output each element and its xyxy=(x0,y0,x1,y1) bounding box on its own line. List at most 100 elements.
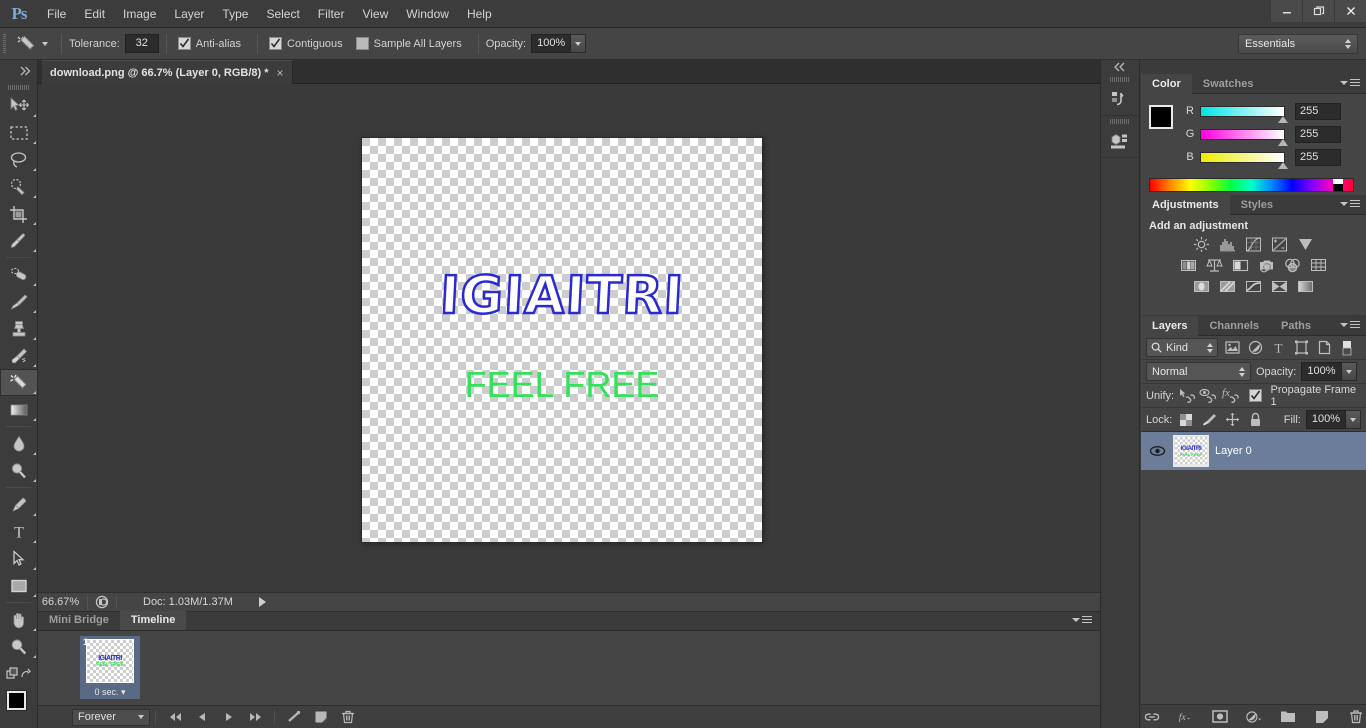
menu-window[interactable]: Window xyxy=(397,0,458,28)
lock-all-icon[interactable] xyxy=(1246,411,1264,429)
edit-toolbar-button[interactable] xyxy=(0,660,38,687)
panel-menu-icon[interactable] xyxy=(1340,79,1360,86)
options-bar-grip[interactable] xyxy=(0,28,9,60)
tab-adjustments[interactable]: Adjustments xyxy=(1141,195,1230,215)
select-next-frame-icon[interactable] xyxy=(242,706,269,728)
opacity-dropdown-button[interactable] xyxy=(1341,362,1357,381)
layer-thumbnail[interactable]: IGIAITRI FEEL FREE xyxy=(1173,435,1209,467)
workspace-picker[interactable]: Essentials xyxy=(1238,34,1358,54)
menu-help[interactable]: Help xyxy=(458,0,501,28)
blue-value[interactable]: 255 xyxy=(1295,148,1341,166)
chevron-down-icon[interactable] xyxy=(42,41,48,46)
menu-image[interactable]: Image xyxy=(114,0,165,28)
curves-icon[interactable] xyxy=(1244,236,1263,253)
filter-type-icon[interactable]: T xyxy=(1269,339,1287,357)
tab-paths[interactable]: Paths xyxy=(1270,316,1322,336)
pen-tool-icon[interactable] xyxy=(0,491,38,518)
gradient-map-icon[interactable] xyxy=(1270,278,1289,295)
animation-frame[interactable]: 1 IGIAITRI FEEL FREE 0 sec. ▾ xyxy=(80,636,140,699)
contiguous-checkbox[interactable]: Contiguous xyxy=(265,28,352,60)
threshold-icon[interactable] xyxy=(1244,278,1263,295)
collapse-to-icons-icon[interactable] xyxy=(1101,60,1139,74)
layer-style-icon[interactable]: fx xyxy=(1178,708,1194,726)
panel-menu-icon[interactable] xyxy=(1072,616,1092,623)
unify-style-icon[interactable]: fx xyxy=(1221,387,1239,405)
zoom-tool-icon[interactable] xyxy=(0,633,38,660)
rectangle-tool-icon[interactable] xyxy=(0,572,38,599)
photo-filter-icon[interactable] xyxy=(1257,257,1276,274)
slider-handle-icon[interactable] xyxy=(1278,115,1288,123)
fill-dropdown-button[interactable] xyxy=(1346,410,1361,429)
lock-image-icon[interactable] xyxy=(1200,411,1218,429)
rectangular-marquee-tool-icon[interactable] xyxy=(0,119,38,146)
tolerance-input[interactable]: 32 xyxy=(124,34,159,53)
filter-adjustment-icon[interactable] xyxy=(1246,339,1264,357)
foreground-color-swatch[interactable] xyxy=(1149,105,1173,129)
link-layers-icon[interactable] xyxy=(1144,708,1160,726)
blur-tool-icon[interactable] xyxy=(0,430,38,457)
select-first-frame-icon[interactable] xyxy=(161,706,188,728)
play-arrow-icon[interactable] xyxy=(258,597,266,607)
move-tool-icon[interactable] xyxy=(0,92,38,119)
fill-combo[interactable]: 100% xyxy=(1305,410,1361,429)
gradient-tool-icon[interactable] xyxy=(0,396,38,423)
posterize-icon[interactable] xyxy=(1218,278,1237,295)
filter-shape-icon[interactable] xyxy=(1292,339,1310,357)
quick-selection-tool-icon[interactable] xyxy=(0,173,38,200)
filter-toggle-icon[interactable] xyxy=(1338,339,1356,357)
document-preview-icon[interactable] xyxy=(92,595,112,609)
tab-swatches[interactable]: Swatches xyxy=(1192,74,1265,94)
channel-mixer-icon[interactable] xyxy=(1283,257,1302,274)
tab-timeline[interactable]: Timeline xyxy=(119,611,187,630)
filter-pixel-icon[interactable] xyxy=(1223,339,1241,357)
tab-layers[interactable]: Layers xyxy=(1141,316,1199,336)
toolbar-grip[interactable] xyxy=(0,82,37,92)
red-value[interactable]: 255 xyxy=(1295,102,1341,120)
close-button[interactable] xyxy=(1334,0,1366,22)
tab-mini-bridge[interactable]: Mini Bridge xyxy=(38,611,120,630)
color-balance-icon[interactable] xyxy=(1205,257,1224,274)
anti-alias-checkbox[interactable]: Anti-alias xyxy=(174,28,250,60)
opacity-dropdown-button[interactable] xyxy=(571,34,587,53)
artboard[interactable]: IGIAITRI FEEL FREE xyxy=(362,138,762,542)
loop-option-dropdown[interactable]: Forever xyxy=(72,708,150,726)
unify-visibility-icon[interactable] xyxy=(1199,387,1217,405)
vibrance-icon[interactable] xyxy=(1296,236,1315,253)
color-panel-swatches[interactable] xyxy=(1149,105,1185,141)
canvas-area[interactable]: IGIAITRI FEEL FREE xyxy=(38,84,1100,592)
sample-all-layers-checkbox[interactable]: Sample All Layers xyxy=(352,28,471,60)
hand-tool-icon[interactable] xyxy=(0,606,38,633)
layer-opacity-combo[interactable]: 100% xyxy=(1301,362,1357,381)
opacity-combo[interactable]: 100% xyxy=(531,34,587,53)
menu-edit[interactable]: Edit xyxy=(75,0,114,28)
menu-file[interactable]: File xyxy=(38,0,75,28)
menu-layer[interactable]: Layer xyxy=(165,0,213,28)
menu-filter[interactable]: Filter xyxy=(309,0,354,28)
path-selection-tool-icon[interactable] xyxy=(0,545,38,572)
chevron-down-icon[interactable]: ▾ xyxy=(121,687,126,697)
opacity-value[interactable]: 100% xyxy=(531,34,572,53)
select-previous-frame-icon[interactable] xyxy=(188,706,215,728)
healing-brush-tool-icon[interactable] xyxy=(0,261,38,288)
zoom-level[interactable]: 66.67% xyxy=(38,596,83,608)
layer-name[interactable]: Layer 0 xyxy=(1215,445,1252,457)
color-spectrum-bar[interactable] xyxy=(1149,178,1354,192)
tab-color[interactable]: Color xyxy=(1141,74,1192,94)
dodge-tool-icon[interactable] xyxy=(0,457,38,484)
eyedropper-tool-icon[interactable] xyxy=(0,227,38,254)
slider-handle-icon[interactable] xyxy=(1278,161,1288,169)
levels-icon[interactable] xyxy=(1218,236,1237,253)
green-value[interactable]: 255 xyxy=(1295,125,1341,143)
delete-layer-icon[interactable] xyxy=(1348,708,1364,726)
filter-smart-object-icon[interactable] xyxy=(1315,339,1333,357)
black-white-icon[interactable] xyxy=(1231,257,1250,274)
menu-select[interactable]: Select xyxy=(257,0,308,28)
document-tab[interactable]: download.png @ 66.7% (Layer 0, RGB/8) * … xyxy=(42,60,293,84)
blend-mode-dropdown[interactable]: Normal xyxy=(1146,362,1251,381)
filter-kind-dropdown[interactable]: Kind xyxy=(1146,338,1218,357)
delete-frame-icon[interactable] xyxy=(334,706,361,728)
quick-mask-icon[interactable] xyxy=(0,723,38,728)
menu-type[interactable]: Type xyxy=(213,0,257,28)
close-icon[interactable]: × xyxy=(277,67,284,79)
crop-tool-icon[interactable] xyxy=(0,200,38,227)
